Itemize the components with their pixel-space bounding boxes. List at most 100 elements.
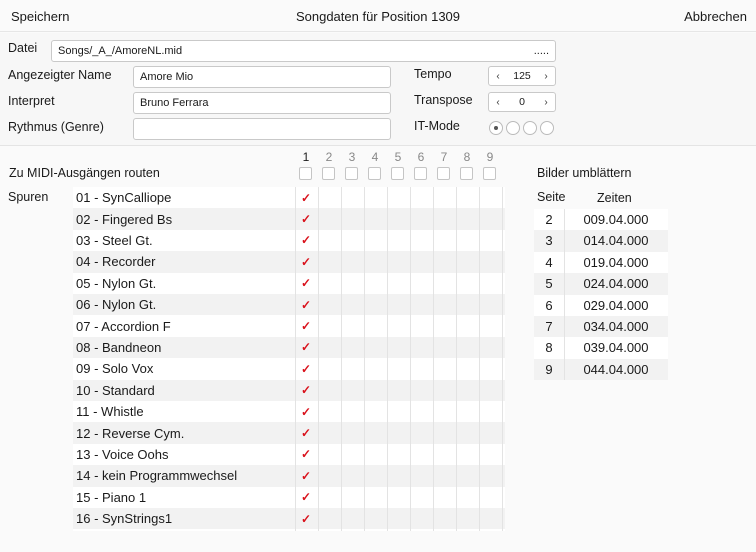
track-row[interactable]: 09 - Solo Vox ✓: [73, 358, 505, 379]
track-row[interactable]: 08 - Bandneon ✓: [73, 336, 505, 359]
page-number: 9: [545, 361, 553, 377]
route-checkmark-icon[interactable]: ✓: [301, 255, 311, 269]
track-name: 03 - Steel Gt.: [76, 232, 153, 248]
route-checkmark-icon[interactable]: ✓: [301, 426, 311, 440]
itmode-radio-group: [489, 121, 554, 135]
route-checkmark-icon[interactable]: ✓: [301, 405, 311, 419]
page-row[interactable]: 9 044.04.000: [534, 358, 668, 381]
track-name: 13 - Voice Oohs: [76, 446, 169, 462]
track-row[interactable]: 05 - Nylon Gt. ✓: [73, 273, 505, 294]
itmode-radio-4[interactable]: [540, 121, 554, 135]
interpret-field[interactable]: Bruno Ferrara: [133, 92, 391, 114]
itmode-radio-2[interactable]: [506, 121, 520, 135]
output-column-checkbox[interactable]: [391, 167, 404, 180]
track-name: 05 - Nylon Gt.: [76, 275, 157, 291]
page-number: 2: [545, 212, 553, 227]
route-checkmark-icon[interactable]: ✓: [301, 191, 311, 205]
page-row[interactable]: 6 029.04.000: [534, 294, 668, 316]
output-column-number: 7: [440, 150, 448, 164]
page-row[interactable]: 3 014.04.000: [534, 230, 668, 252]
route-checkmark-icon[interactable]: ✓: [301, 298, 311, 312]
output-column-number: 1: [302, 150, 310, 164]
page-row[interactable]: 5 024.04.000: [534, 273, 668, 295]
page-time: 034.04.000: [583, 319, 649, 334]
transpose-increment-icon[interactable]: ›: [541, 97, 551, 108]
output-column-checkbox[interactable]: [483, 167, 496, 180]
output-column-checkbox[interactable]: [299, 167, 312, 180]
page-number: 4: [545, 254, 553, 270]
itmode-radio-1[interactable]: [489, 121, 503, 135]
route-checkmark-icon[interactable]: ✓: [301, 319, 311, 333]
tempo-decrement-icon[interactable]: ‹: [493, 71, 503, 82]
name-field[interactable]: Amore Mio: [133, 66, 391, 88]
tempo-increment-icon[interactable]: ›: [541, 71, 551, 82]
rhythmus-field[interactable]: [133, 118, 391, 140]
track-row[interactable]: 01 - SynCalliope ✓: [73, 187, 505, 208]
track-row[interactable]: 02 - Fingered Bs ✓: [73, 208, 505, 230]
output-column-number: 3: [348, 150, 356, 164]
track-row[interactable]: 11 - Whistle ✓: [73, 401, 505, 422]
grid-divider: [456, 187, 457, 531]
zeiten-header: Zeiten: [597, 191, 632, 205]
cancel-button[interactable]: Abbrechen: [684, 9, 747, 24]
output-column-checkbox[interactable]: [460, 167, 473, 180]
track-row[interactable]: 12 - Reverse Cym. ✓: [73, 422, 505, 444]
output-column-checkbox[interactable]: [414, 167, 427, 180]
track-row[interactable]: 04 - Recorder ✓: [73, 251, 505, 273]
track-name: 07 - Accordion F: [76, 318, 171, 334]
route-checkmark-icon[interactable]: ✓: [301, 276, 311, 290]
output-column-checkbox[interactable]: [322, 167, 335, 180]
name-value: Amore Mio: [140, 71, 194, 83]
route-checkmark-icon[interactable]: ✓: [301, 340, 311, 354]
track-name: 12 - Reverse Cym.: [76, 425, 185, 441]
transpose-label: Transpose: [414, 93, 473, 107]
track-row[interactable]: 13 - Voice Oohs ✓: [73, 444, 505, 465]
datei-field[interactable]: Songs/_A_/AmoreNL.mid .....: [51, 40, 556, 62]
route-checkmark-icon[interactable]: ✓: [301, 469, 311, 483]
name-label: Angezeigter Name: [8, 68, 112, 82]
track-row[interactable]: 15 - Piano 1 ✓: [73, 487, 505, 508]
track-name: 09 - Solo Vox: [76, 361, 154, 377]
page-row[interactable]: 8 039.04.000: [534, 337, 668, 359]
tempo-value: 125: [513, 70, 531, 82]
track-name: 11 - Whistle: [76, 404, 144, 420]
page-time: 014.04.000: [583, 233, 649, 249]
track-row[interactable]: 07 - Accordion F ✓: [73, 315, 505, 336]
page-row[interactable]: 2 009.04.000: [534, 209, 668, 231]
save-button[interactable]: Speichern: [11, 9, 70, 24]
itmode-radio-3[interactable]: [523, 121, 537, 135]
page-time: 019.04.000: [583, 254, 649, 270]
page-number: 8: [545, 340, 553, 356]
track-row[interactable]: 16 - SynStrings1 ✓: [73, 508, 505, 530]
track-row[interactable]: 14 - kein Programmwechsel ✓: [73, 465, 505, 487]
output-column-checkbox[interactable]: [437, 167, 450, 180]
route-checkmark-icon[interactable]: ✓: [301, 383, 311, 397]
output-column-checkbox[interactable]: [345, 167, 358, 180]
interpret-value: Bruno Ferrara: [140, 97, 209, 109]
datei-browse-button[interactable]: .....: [534, 45, 549, 57]
grid-divider: [341, 187, 342, 531]
track-row[interactable]: 10 - Standard ✓: [73, 379, 505, 401]
transpose-stepper[interactable]: ‹ 0 ›: [488, 92, 556, 112]
route-checkmark-icon[interactable]: ✓: [301, 512, 311, 526]
route-checkmark-icon[interactable]: ✓: [301, 233, 311, 247]
route-checkmark-icon[interactable]: ✓: [301, 490, 311, 504]
page-title: Songdaten für Position 1309: [295, 9, 461, 24]
route-checkmark-icon[interactable]: ✓: [301, 447, 311, 461]
page-number: 7: [545, 319, 553, 334]
tracks-table: 01 - SynCalliope ✓ 02 - Fingered Bs ✓ 03 - S…: [73, 187, 505, 531]
track-name: 01 - SynCalliope: [76, 190, 172, 206]
grid-divider: [410, 187, 411, 531]
transpose-decrement-icon[interactable]: ‹: [493, 97, 503, 108]
output-column-checkbox[interactable]: [368, 167, 381, 180]
page-time: 009.04.000: [583, 212, 649, 227]
navigation-bar: Songdaten für Position 1309 Speichern Ab…: [0, 0, 756, 32]
route-checkmark-icon[interactable]: ✓: [301, 362, 311, 376]
route-checkmark-icon[interactable]: ✓: [301, 212, 311, 226]
track-row[interactable]: 03 - Steel Gt. ✓: [73, 230, 505, 251]
track-name: 06 - Nylon Gt.: [76, 297, 157, 313]
page-row[interactable]: 4 019.04.000: [534, 251, 668, 274]
page-row[interactable]: 7 034.04.000: [534, 316, 668, 338]
tempo-stepper[interactable]: ‹ 125 ›: [488, 66, 556, 86]
track-row[interactable]: 06 - Nylon Gt. ✓: [73, 294, 505, 316]
